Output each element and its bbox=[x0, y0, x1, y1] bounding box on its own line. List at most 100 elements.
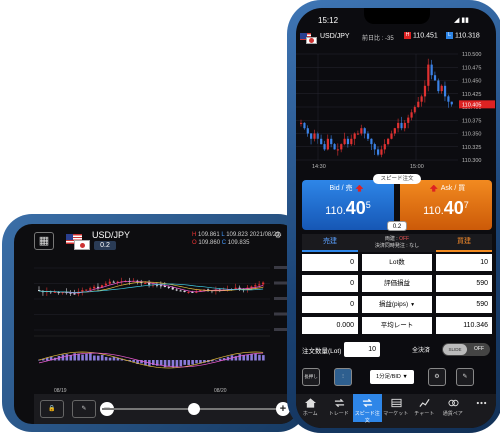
tab-market[interactable]: マーケット bbox=[382, 394, 411, 422]
candle-body bbox=[179, 290, 182, 292]
candle-body bbox=[353, 133, 356, 139]
more-icon bbox=[476, 401, 487, 405]
x-tick-label: 15:00 bbox=[410, 164, 424, 170]
tab-more[interactable] bbox=[467, 394, 496, 422]
chart-icon bbox=[419, 399, 430, 408]
bid-label-row: Bid / 売 bbox=[302, 183, 394, 193]
currency-pair-icon bbox=[447, 399, 459, 407]
macd-bar bbox=[93, 355, 96, 361]
up-arrow-icon bbox=[429, 184, 438, 192]
slide-knob[interactable]: SLIDE bbox=[443, 344, 467, 355]
macd-bar bbox=[238, 354, 242, 361]
candle-body bbox=[420, 96, 423, 102]
price-panel: Bid / 売 110.405 Ask / 買 110.407 スピード注文 0… bbox=[302, 174, 492, 232]
candle-body bbox=[250, 286, 253, 288]
sell-lot-value: 0 bbox=[302, 254, 358, 271]
market-icon bbox=[390, 398, 402, 408]
bid-label: Bid / 売 bbox=[329, 185, 353, 192]
candle-body bbox=[258, 284, 261, 286]
macd-bar bbox=[246, 354, 249, 361]
macd-bar bbox=[159, 360, 163, 366]
candle-body bbox=[443, 85, 447, 97]
candle-body bbox=[93, 286, 96, 289]
qty-input[interactable]: 10 bbox=[344, 342, 380, 357]
candle-body bbox=[356, 133, 360, 135]
chart-type-button[interactable]: ⫶ bbox=[334, 368, 352, 386]
y-tick-label: 110.425 bbox=[462, 92, 481, 98]
candle-body bbox=[370, 138, 373, 145]
order-quantity-row: 注文数量(Lot) 10 全決済 SLIDE OFF bbox=[302, 342, 492, 358]
y-tick-label: 110.375 bbox=[462, 118, 481, 124]
ask-label-row: Ask / 買 bbox=[400, 183, 492, 193]
landscape-phone: ▦ USD/JPY 0.2 H 109.861 L 109.823 2021/0… bbox=[2, 214, 308, 432]
candle-body bbox=[350, 138, 353, 145]
open-close-readout: O 109.860 C 109.835 bbox=[192, 240, 250, 246]
draw-tool-button[interactable]: ✎ bbox=[456, 368, 474, 386]
macd-bar bbox=[175, 360, 179, 367]
sell-position-tab[interactable]: 売建 bbox=[302, 234, 358, 252]
macd-bar bbox=[167, 360, 171, 367]
candle-body bbox=[148, 282, 151, 285]
timeframe-dropdown[interactable]: 1分足/BID ▼ bbox=[370, 370, 414, 384]
candle-body bbox=[81, 290, 84, 292]
candle-body bbox=[144, 282, 147, 284]
macd-bar bbox=[100, 355, 104, 361]
candle-body bbox=[373, 144, 376, 150]
settings-icon[interactable]: ⚙ bbox=[274, 230, 282, 241]
candle-body bbox=[366, 133, 370, 139]
ask-buy-button[interactable]: Ask / 買 110.407 bbox=[400, 180, 492, 230]
candle-body bbox=[450, 101, 453, 105]
tool-row: 長押し ⫶ 1分足/BID ▼ ⚙ ✎ bbox=[302, 368, 492, 388]
candle-body bbox=[377, 149, 380, 155]
table-row: 0.000 平均レート 110.346 bbox=[302, 317, 492, 336]
sell-avg-value: 0.000 bbox=[302, 317, 358, 334]
draw-pen-button[interactable]: ✎ bbox=[72, 400, 96, 418]
y-tick-label: 110.300 bbox=[462, 158, 481, 164]
ask-price: 110.407 bbox=[423, 198, 469, 218]
candle-body bbox=[163, 285, 166, 288]
candle-body bbox=[427, 64, 430, 86]
zoom-slider-thumb[interactable] bbox=[188, 403, 200, 415]
speed-order-icon bbox=[362, 398, 373, 408]
candle-body bbox=[73, 293, 76, 295]
candle-body bbox=[108, 281, 111, 284]
macd-bar bbox=[69, 355, 73, 361]
tab-speed-order[interactable]: スピード注文 bbox=[353, 394, 382, 424]
notch bbox=[364, 8, 430, 24]
candle-body bbox=[430, 64, 433, 76]
settle-all-toggle[interactable]: SLIDE OFF bbox=[442, 343, 490, 356]
spread-badge: 0.2 bbox=[94, 241, 116, 250]
indicator-button[interactable]: ⚙ bbox=[428, 368, 446, 386]
bid-sell-button[interactable]: Bid / 売 110.405 bbox=[302, 180, 394, 230]
buy-pips-value: 590 bbox=[436, 296, 492, 313]
row-label: 評価損益 bbox=[362, 275, 432, 292]
buy-pl-value: 590 bbox=[436, 275, 492, 292]
macd-line bbox=[38, 351, 264, 369]
lock-button[interactable]: 🔒 bbox=[40, 400, 64, 418]
row-label-dropdown[interactable]: 損益(pips) ▼ bbox=[362, 296, 432, 313]
candle-body bbox=[175, 289, 178, 291]
y-tick-label: 110.350 bbox=[462, 132, 481, 138]
macd-bar bbox=[179, 360, 183, 367]
macd-bar bbox=[89, 353, 92, 361]
landscape-screen: ▦ USD/JPY 0.2 H 109.861 L 109.823 2021/0… bbox=[14, 224, 298, 424]
candle-body bbox=[390, 133, 393, 139]
macd-bar bbox=[104, 356, 108, 361]
candle-body bbox=[306, 128, 309, 134]
candle-body bbox=[400, 122, 403, 129]
buy-position-tab[interactable]: 買建 bbox=[436, 234, 492, 252]
candle-body bbox=[433, 75, 437, 81]
tab-trade[interactable]: トレード bbox=[325, 394, 354, 422]
up-arrow-icon bbox=[355, 184, 364, 192]
tab-home[interactable]: ホーム bbox=[296, 394, 325, 422]
candle-body bbox=[104, 283, 108, 286]
tab-chart[interactable]: チャート bbox=[410, 394, 439, 422]
macd-bar bbox=[112, 356, 116, 361]
sell-pl-value: 0 bbox=[302, 275, 358, 292]
bid-price: 110.405 bbox=[325, 198, 371, 218]
expand-button[interactable]: 長押し bbox=[302, 368, 320, 386]
candle-body bbox=[417, 101, 420, 107]
candle-body bbox=[340, 144, 343, 150]
grid-menu-button[interactable]: ▦ bbox=[34, 232, 54, 250]
tab-currency-pair[interactable]: 通貨ペア bbox=[439, 394, 468, 422]
